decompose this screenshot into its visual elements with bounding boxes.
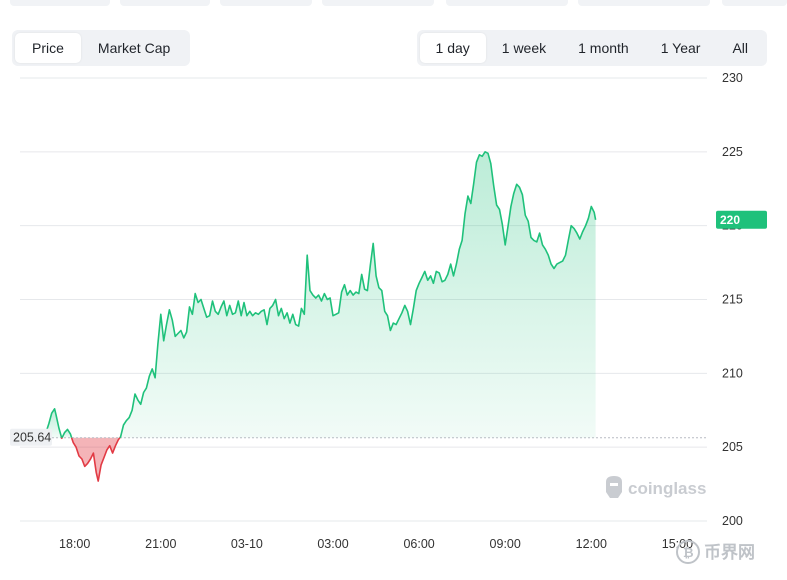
x-tick-label: 18:00 (59, 537, 90, 551)
x-tick-label: 12:00 (576, 537, 607, 551)
coinglass-wordmark: coinglass (628, 479, 706, 498)
coinglass-watermark: coinglass (606, 476, 706, 498)
y-tick-label: 210 (722, 366, 743, 380)
corner-watermark: ₿ 币界网 (676, 540, 755, 564)
y-tick-label: 215 (722, 293, 743, 307)
coin-icon-glyph: ₿ (683, 545, 694, 560)
y-axis: 200 205 210 215 220 225 230 (722, 71, 743, 528)
x-tick-label: 03:00 (317, 537, 348, 551)
baseline-label: 205.64 (10, 428, 52, 446)
x-tick-label: 03-10 (231, 537, 263, 551)
corner-watermark-text: 币界网 (704, 543, 755, 563)
current-price-value: 220 (720, 213, 740, 227)
y-tick-label: 225 (722, 145, 743, 159)
coinglass-logo-icon (606, 476, 622, 498)
x-axis: 18:00 21:00 03-10 03:00 06:00 09:00 12:00 15:00 (59, 537, 693, 551)
y-tick-label: 230 (722, 71, 743, 85)
current-price-badge: 220 (716, 210, 767, 229)
y-tick-label: 200 (722, 514, 743, 528)
price-areas (46, 151, 596, 482)
x-tick-label: 09:00 (490, 537, 521, 551)
y-tick-label: 205 (722, 440, 743, 454)
area-below-baseline (71, 437, 120, 482)
baseline-value: 205.64 (13, 431, 51, 445)
x-tick-label: 06:00 (403, 537, 434, 551)
price-chart[interactable]: coinglass 200 205 210 215 220 225 230 18:00 21:… (0, 0, 787, 580)
area-above-baseline (119, 151, 596, 438)
x-tick-label: 21:00 (145, 537, 176, 551)
price-line-down (60, 437, 63, 440)
